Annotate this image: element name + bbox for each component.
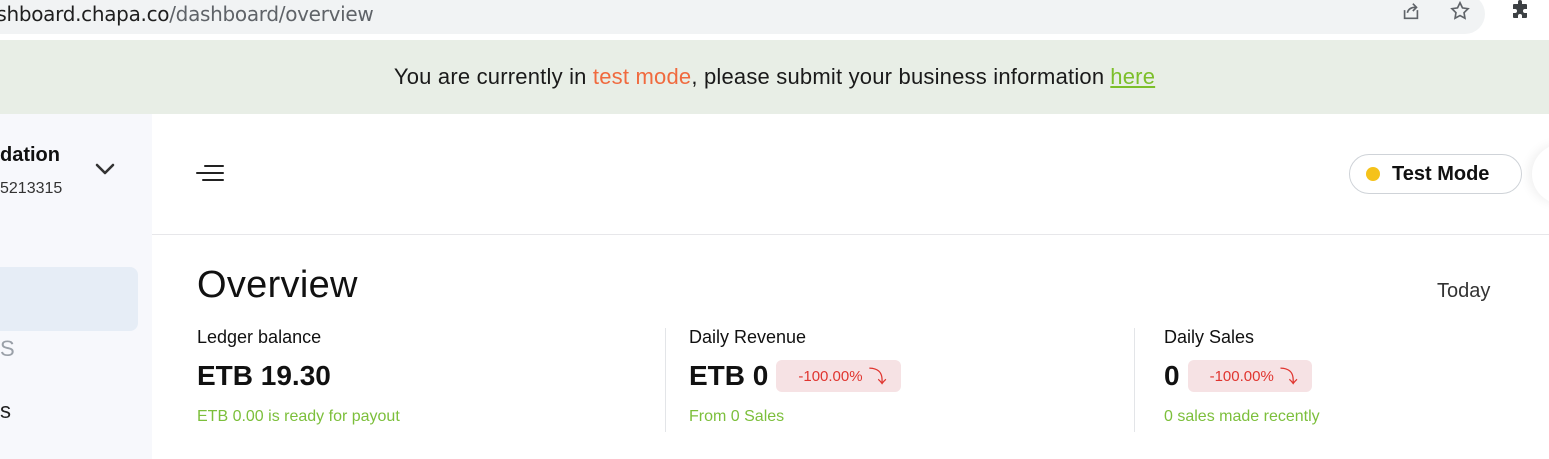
browser-toolbar: dashboard.chapa.co/dashboard/overview (0, 0, 1549, 40)
stat-value: 0 (1164, 360, 1180, 391)
banner-middle: , please submit your business informatio… (691, 64, 1105, 89)
page-title: Overview (197, 264, 358, 306)
stat-note: 0 sales made recently (1164, 408, 1320, 425)
sidebar-item[interactable]: s (0, 398, 11, 424)
change-value: -100.00% (798, 367, 863, 385)
org-name: dation (0, 144, 60, 166)
banner-here-link[interactable]: here (1110, 64, 1155, 90)
test-mode-label: Test Mode (1392, 162, 1490, 185)
chevron-down-icon[interactable] (92, 160, 120, 180)
stat-value: ETB 19.30 (197, 360, 331, 391)
extensions-icon[interactable] (1507, 0, 1533, 24)
period-selector[interactable]: Today (1437, 280, 1490, 303)
change-value: -100.00% (1209, 367, 1274, 385)
star-icon[interactable] (1447, 0, 1473, 24)
banner-prefix: You are currently in (393, 64, 593, 89)
sidebar-section-label: S (0, 336, 15, 361)
arrow-down-icon: ⤵ (1279, 367, 1298, 387)
stat-daily-revenue: Daily Revenue ETB 0 -100.00% ⤵ From 0 Sa… (689, 327, 901, 426)
stat-note: ETB 0.00 is ready for payout (197, 408, 400, 425)
stat-label: Ledger balance (197, 327, 322, 347)
mode-status-dot (1366, 167, 1380, 181)
address-bar[interactable]: dashboard.chapa.co/dashboard/overview (0, 0, 1485, 34)
sidebar: dation 5213315 S s (0, 114, 152, 459)
arrow-down-icon: ⤵ (868, 367, 887, 387)
stat-divider (665, 328, 666, 432)
url-host: dashboard.chapa.co (0, 2, 170, 26)
url-text[interactable]: dashboard.chapa.co/dashboard/overview (0, 2, 374, 26)
change-badge: -100.00% ⤵ (776, 360, 901, 392)
test-mode-banner: You are currently in test mode, please s… (0, 40, 1549, 114)
stat-ledger-balance: Ledger balance ETB 19.30 ETB 0.00 is rea… (197, 327, 400, 426)
stat-divider (1134, 328, 1135, 432)
share-icon[interactable] (1398, 0, 1424, 24)
stat-label: Daily Revenue (689, 327, 807, 347)
menu-icon[interactable] (196, 165, 226, 183)
stat-daily-sales: Daily Sales 0 -100.00% ⤵ 0 sales made re… (1164, 327, 1320, 426)
avatar-edge[interactable] (1532, 144, 1549, 204)
stat-label: Daily Sales (1164, 327, 1255, 347)
sidebar-item-active[interactable] (0, 267, 138, 331)
stat-value: ETB 0 (689, 360, 769, 391)
url-path: /dashboard/overview (169, 2, 374, 26)
change-badge: -100.00% ⤵ (1187, 360, 1312, 392)
org-phone: 5213315 (0, 180, 63, 197)
top-header: Test Mode (152, 114, 1549, 235)
stat-note: From 0 Sales (689, 408, 785, 425)
banner-mode-text: test mode (592, 64, 692, 89)
test-mode-toggle[interactable]: Test Mode (1349, 154, 1522, 194)
